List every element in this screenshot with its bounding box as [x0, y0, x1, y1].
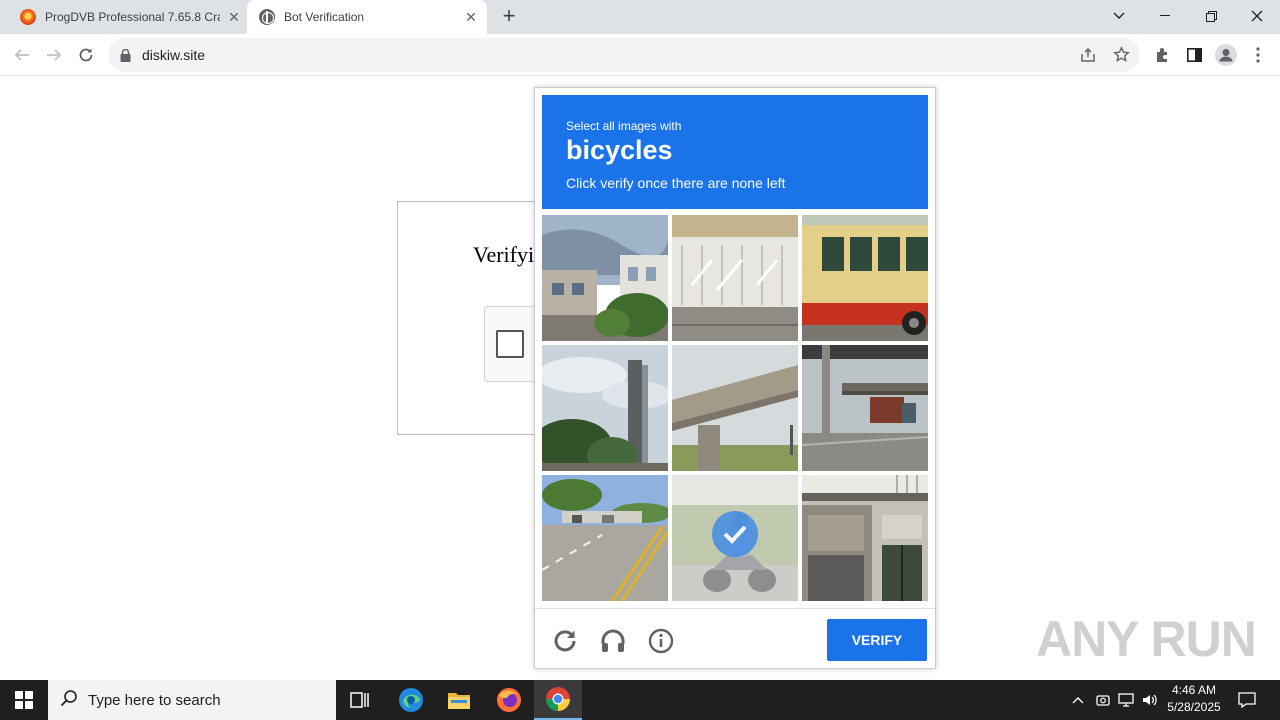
- not-robot-checkbox[interactable]: [496, 330, 524, 358]
- notification-icon[interactable]: [1237, 690, 1257, 710]
- url-text: diskiw.site: [142, 47, 206, 63]
- globe-icon: [259, 9, 275, 25]
- browser-toolbar: diskiw.site: [0, 34, 1280, 76]
- firefox-icon[interactable]: [485, 680, 533, 720]
- tab-bot-verification[interactable]: Bot Verification ✕: [247, 0, 487, 34]
- search-placeholder: Type here to search: [88, 691, 221, 709]
- volume-icon[interactable]: [1140, 690, 1160, 710]
- tab-title: ProgDVB Professional 7.65.8 Cra: [45, 10, 220, 24]
- selected-checkmark-icon: [712, 511, 758, 557]
- tab-strip: ProgDVB Professional 7.65.8 Cra ✕ Bot Ve…: [0, 0, 1280, 34]
- captcha-instruction: Select all images with: [566, 119, 682, 133]
- system-clock[interactable]: 4:46 AM 5/28/2025: [1162, 682, 1226, 716]
- watermark-text: ANY RUN: [1036, 611, 1257, 667]
- extensions-puzzle-icon[interactable]: [1149, 42, 1175, 68]
- captcha-header: Select all images with bicycles Click ve…: [542, 95, 928, 209]
- taskbar-search-box[interactable]: Type here to search: [48, 680, 336, 720]
- file-explorer-icon[interactable]: [435, 680, 483, 720]
- captcha-tile-bus[interactable]: [802, 215, 928, 341]
- verify-button[interactable]: VERIFY: [827, 619, 927, 661]
- captcha-target: bicycles: [566, 135, 673, 165]
- minimize-icon[interactable]: [1142, 0, 1188, 32]
- chrome-icon[interactable]: [534, 680, 582, 720]
- reload-icon[interactable]: [73, 42, 99, 68]
- tab-close-icon[interactable]: ✕: [226, 9, 242, 25]
- windows-start-icon[interactable]: [0, 680, 48, 720]
- captcha-hint: Click verify once there are none left: [566, 175, 786, 191]
- refresh-icon[interactable]: [551, 627, 579, 655]
- share-icon[interactable]: [1080, 47, 1096, 68]
- progdvb-favicon-icon: [20, 9, 36, 25]
- search-icon: [60, 689, 78, 712]
- captcha-tile-road[interactable]: [542, 475, 668, 601]
- edge-icon[interactable]: [387, 680, 435, 720]
- windows-taskbar: Type here to search 4:46 AM 5/28/2025: [0, 680, 1280, 720]
- clock-date: 5/28/2025: [1167, 700, 1221, 714]
- address-bar[interactable]: diskiw.site: [108, 38, 1140, 72]
- clock-time: 4:46 AM: [1171, 683, 1217, 697]
- network-icon[interactable]: [1116, 690, 1136, 710]
- captcha-tile-truck[interactable]: [802, 345, 928, 471]
- tray-chevron-up-icon[interactable]: [1068, 690, 1088, 710]
- new-tab-button[interactable]: +: [497, 5, 521, 29]
- captcha-footer: VERIFY: [535, 608, 935, 669]
- captcha-image-grid: [542, 215, 928, 601]
- task-view-icon[interactable]: [336, 680, 384, 720]
- close-window-icon[interactable]: [1234, 0, 1280, 32]
- back-arrow-icon[interactable]: [9, 42, 35, 68]
- side-panel-icon[interactable]: [1181, 42, 1207, 68]
- tab-progdvb[interactable]: ProgDVB Professional 7.65.8 Cra ✕: [14, 0, 246, 34]
- forward-arrow-icon[interactable]: [41, 42, 67, 68]
- bookmark-star-icon[interactable]: [1113, 46, 1130, 68]
- captcha-tile-glass-building[interactable]: [672, 215, 798, 341]
- captcha-tile-trees[interactable]: [542, 345, 668, 471]
- captcha-tile-overpass[interactable]: [672, 345, 798, 471]
- captcha-tile-storefront[interactable]: [802, 475, 928, 601]
- tab-close-icon[interactable]: ✕: [463, 9, 479, 25]
- camera-icon[interactable]: [1093, 690, 1113, 710]
- kebab-menu-icon[interactable]: [1245, 42, 1271, 68]
- verification-heading: Verifyi: [473, 242, 535, 267]
- captcha-tile-motorbike-selected[interactable]: [672, 475, 798, 601]
- restore-icon[interactable]: [1188, 0, 1234, 32]
- captcha-tile-street[interactable]: [542, 215, 668, 341]
- anyrun-watermark: ANY RUN: [1036, 608, 1257, 670]
- profile-avatar-icon[interactable]: [1213, 42, 1239, 68]
- tab-search-chevron-down-icon[interactable]: [1096, 0, 1142, 32]
- info-icon[interactable]: [647, 627, 675, 655]
- headphones-audio-icon[interactable]: [599, 627, 627, 655]
- tab-title: Bot Verification: [284, 10, 365, 24]
- captcha-challenge: Select all images with bicycles Click ve…: [534, 87, 936, 669]
- lock-icon[interactable]: [120, 48, 131, 67]
